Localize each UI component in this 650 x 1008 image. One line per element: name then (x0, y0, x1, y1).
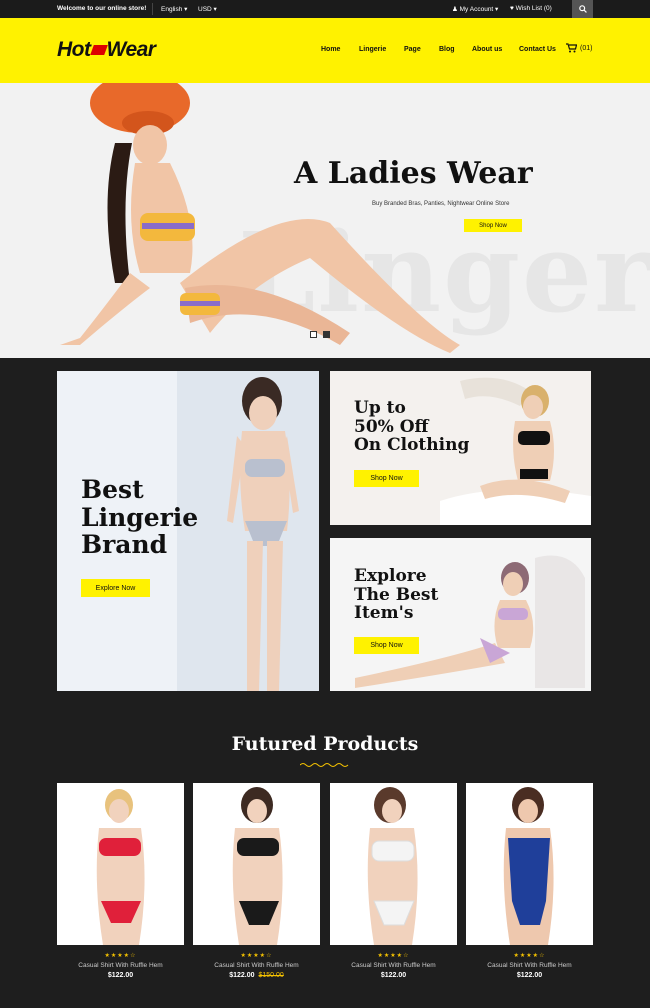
current-price: $122.00 (107, 972, 134, 979)
promo-left-line3: Brand (81, 530, 168, 559)
cart-count: (01) (580, 44, 593, 52)
product-price: $122.00 (57, 972, 184, 979)
product-rating: ★★★★☆ (377, 953, 410, 959)
hero-title: A Ladies Wear (294, 156, 533, 191)
product-name[interactable]: Casual Shirt With Ruffle Hem (193, 962, 320, 969)
cart-button[interactable]: (01) (566, 43, 592, 53)
product-name[interactable]: Casual Shirt With Ruffle Hem (57, 962, 184, 969)
user-icon: ♟ (452, 6, 458, 13)
hero-shop-now-button[interactable]: Shop Now (464, 219, 522, 232)
promo-left-heading: Best Lingerie Brand (81, 476, 198, 559)
product-image[interactable] (57, 783, 184, 945)
promo-best-lingerie[interactable]: Best Lingerie Brand Explore Now (57, 371, 319, 691)
hero-banner: Lingerie A Ladies Wear Buy Branded Bras,… (0, 83, 650, 358)
featured-products-title: Futured Products (231, 733, 419, 755)
explore-now-button[interactable]: Explore Now (81, 579, 150, 597)
product-price: $122.00 (466, 972, 593, 979)
logo-mark (89, 45, 108, 56)
product-name[interactable]: Casual Shirt With Ruffle Hem (466, 962, 593, 969)
product-model-figure (503, 787, 554, 945)
carousel-dots (310, 331, 330, 338)
promo-top-line3: On Clothing (354, 435, 470, 456)
product-card[interactable]: ★★★★☆ Casual Shirt With Ruffle Hem $122.… (57, 783, 184, 979)
cart-icon (566, 43, 577, 53)
promo-bottom-line3: Item's (354, 603, 414, 624)
promo-50-off[interactable]: Up to 50% Off On Clothing Shop Now (330, 371, 591, 525)
site-logo[interactable]: Hot Wear (57, 38, 156, 62)
top-bar: Welcome to our online store! English ▾ U… (0, 0, 650, 18)
promo-top-shop-now-button[interactable]: Shop Now (354, 470, 419, 487)
promo-bottom-shop-now-button[interactable]: Shop Now (354, 637, 419, 654)
promo-explore-best[interactable]: Explore The Best Item's Shop Now (330, 538, 591, 691)
product-model-figure (367, 787, 418, 945)
promo-left-model-image (227, 377, 299, 691)
logo-text-hot: Hot (57, 38, 91, 61)
current-price: $122.00 (229, 972, 255, 979)
product-name[interactable]: Casual Shirt With Ruffle Hem (330, 962, 457, 969)
product-model-figure (232, 787, 283, 945)
wishlist-label: Wish List (0) (515, 5, 552, 12)
carousel-dot-active[interactable] (323, 331, 330, 338)
product-image[interactable] (193, 783, 320, 945)
carousel-dot[interactable] (310, 331, 317, 338)
my-account-label: My Account ▾ (459, 6, 499, 13)
search-icon (578, 5, 587, 13)
promo-top-line2: 50% Off (354, 416, 429, 437)
title-underline-decoration (300, 763, 349, 767)
product-rating: ★★★★☆ (513, 953, 546, 959)
main-header: Hot Wear Home Lingerie Page Blog About us… (0, 18, 650, 83)
divider (152, 3, 153, 15)
nav-contact-us[interactable]: Contact Us (519, 46, 556, 53)
product-rating: ★★★★☆ (240, 953, 273, 959)
current-price: $122.00 (516, 972, 543, 979)
promo-top-line1: Up to (354, 398, 406, 418)
nav-about-us[interactable]: About us (472, 46, 502, 53)
search-button[interactable] (572, 0, 593, 18)
old-price: $150.00 (258, 972, 284, 979)
product-card[interactable]: ★★★★☆ Casual Shirt With Ruffle Hem $122.… (193, 783, 320, 979)
welcome-text: Welcome to our online store! (57, 5, 147, 12)
product-card[interactable]: ★★★★☆ Casual Shirt With Ruffle Hem $122.… (330, 783, 457, 979)
logo-text-wear: Wear (106, 38, 156, 61)
product-image[interactable] (330, 783, 457, 945)
promo-bottom-heading: Explore The Best Item's (354, 567, 438, 623)
promo-left-line2: Lingerie (81, 502, 199, 532)
current-price: $122.00 (380, 972, 407, 979)
currency-selector[interactable]: USD ▾ (198, 5, 217, 13)
product-price: $122.00 $150.00 (193, 972, 320, 979)
product-rating: ★★★★☆ (104, 953, 137, 959)
product-model-figure (96, 789, 145, 945)
language-selector[interactable]: English ▾ (161, 5, 187, 13)
wishlist-link[interactable]: ♥ Wish List (0) (510, 5, 552, 12)
promo-bottom-line1: Explore (354, 566, 427, 586)
product-image[interactable] (466, 783, 593, 945)
nav-blog[interactable]: Blog (439, 46, 455, 53)
promo-bottom-line2: The Best (354, 584, 439, 605)
promo-left-line1: Best (81, 475, 144, 504)
product-card[interactable]: ★★★★☆ Casual Shirt With Ruffle Hem $122.… (466, 783, 593, 979)
nav-lingerie[interactable]: Lingerie (359, 46, 386, 53)
nav-home[interactable]: Home (321, 46, 340, 53)
heart-icon: ♥ (510, 5, 514, 12)
promo-top-heading: Up to 50% Off On Clothing (354, 399, 469, 455)
hero-subtitle: Buy Branded Bras, Panties, Nightwear Onl… (372, 201, 510, 207)
my-account-menu[interactable]: ♟ My Account ▾ (452, 5, 498, 13)
nav-page[interactable]: Page (404, 46, 421, 53)
hero-model-image (60, 83, 460, 353)
product-price: $122.00 (330, 972, 457, 979)
